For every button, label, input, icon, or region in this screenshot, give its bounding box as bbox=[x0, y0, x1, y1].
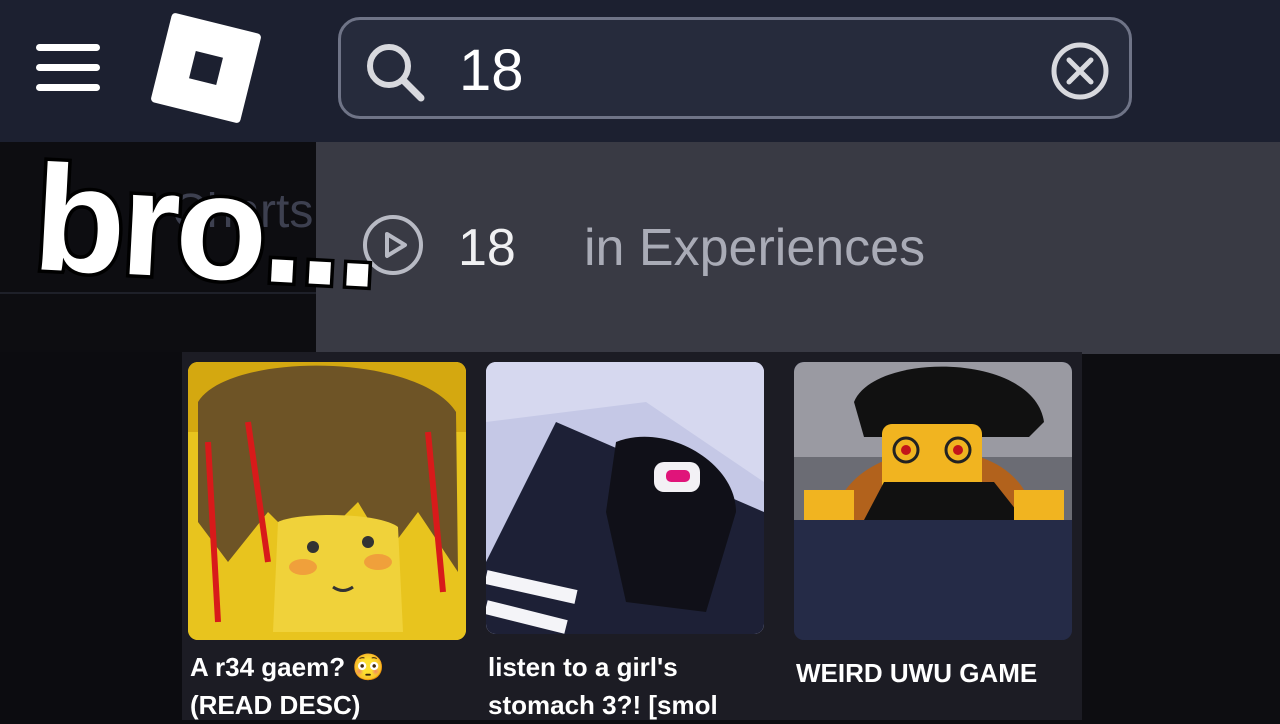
overlay-caption: bro... bbox=[26, 130, 384, 323]
experience-results: A r34 gaem? 😳 (READ DESC) listen to a gi… bbox=[182, 352, 1082, 720]
roblox-logo-icon[interactable] bbox=[150, 12, 262, 124]
suggestion-query: 18 bbox=[458, 219, 516, 277]
suggestion-experiences[interactable]: 18 in Experiences bbox=[362, 214, 982, 277]
experience-thumbnail[interactable] bbox=[486, 362, 764, 634]
search-input[interactable]: 18 bbox=[459, 38, 524, 104]
left-panel bbox=[0, 352, 188, 720]
experience-title[interactable]: A r34 gaem? 😳 (READ DESC) bbox=[190, 648, 490, 724]
experience-thumbnail[interactable] bbox=[794, 362, 1072, 640]
hamburger-menu-icon[interactable] bbox=[36, 44, 100, 92]
clear-x-icon[interactable] bbox=[1049, 40, 1111, 102]
top-bar: 18 bbox=[0, 0, 1280, 142]
experience-title[interactable]: listen to a girl's stomach 3?! [smol bbox=[488, 648, 788, 724]
suggestion-suffix: in Experiences bbox=[584, 219, 926, 277]
search-bar[interactable]: 18 bbox=[338, 17, 1132, 119]
experience-title[interactable]: WEIRD UWU GAME bbox=[796, 654, 1096, 692]
search-icon bbox=[367, 44, 425, 102]
search-suggestions-dropdown: 18 in Experiences bbox=[316, 142, 1280, 354]
experience-thumbnail[interactable] bbox=[188, 362, 466, 640]
